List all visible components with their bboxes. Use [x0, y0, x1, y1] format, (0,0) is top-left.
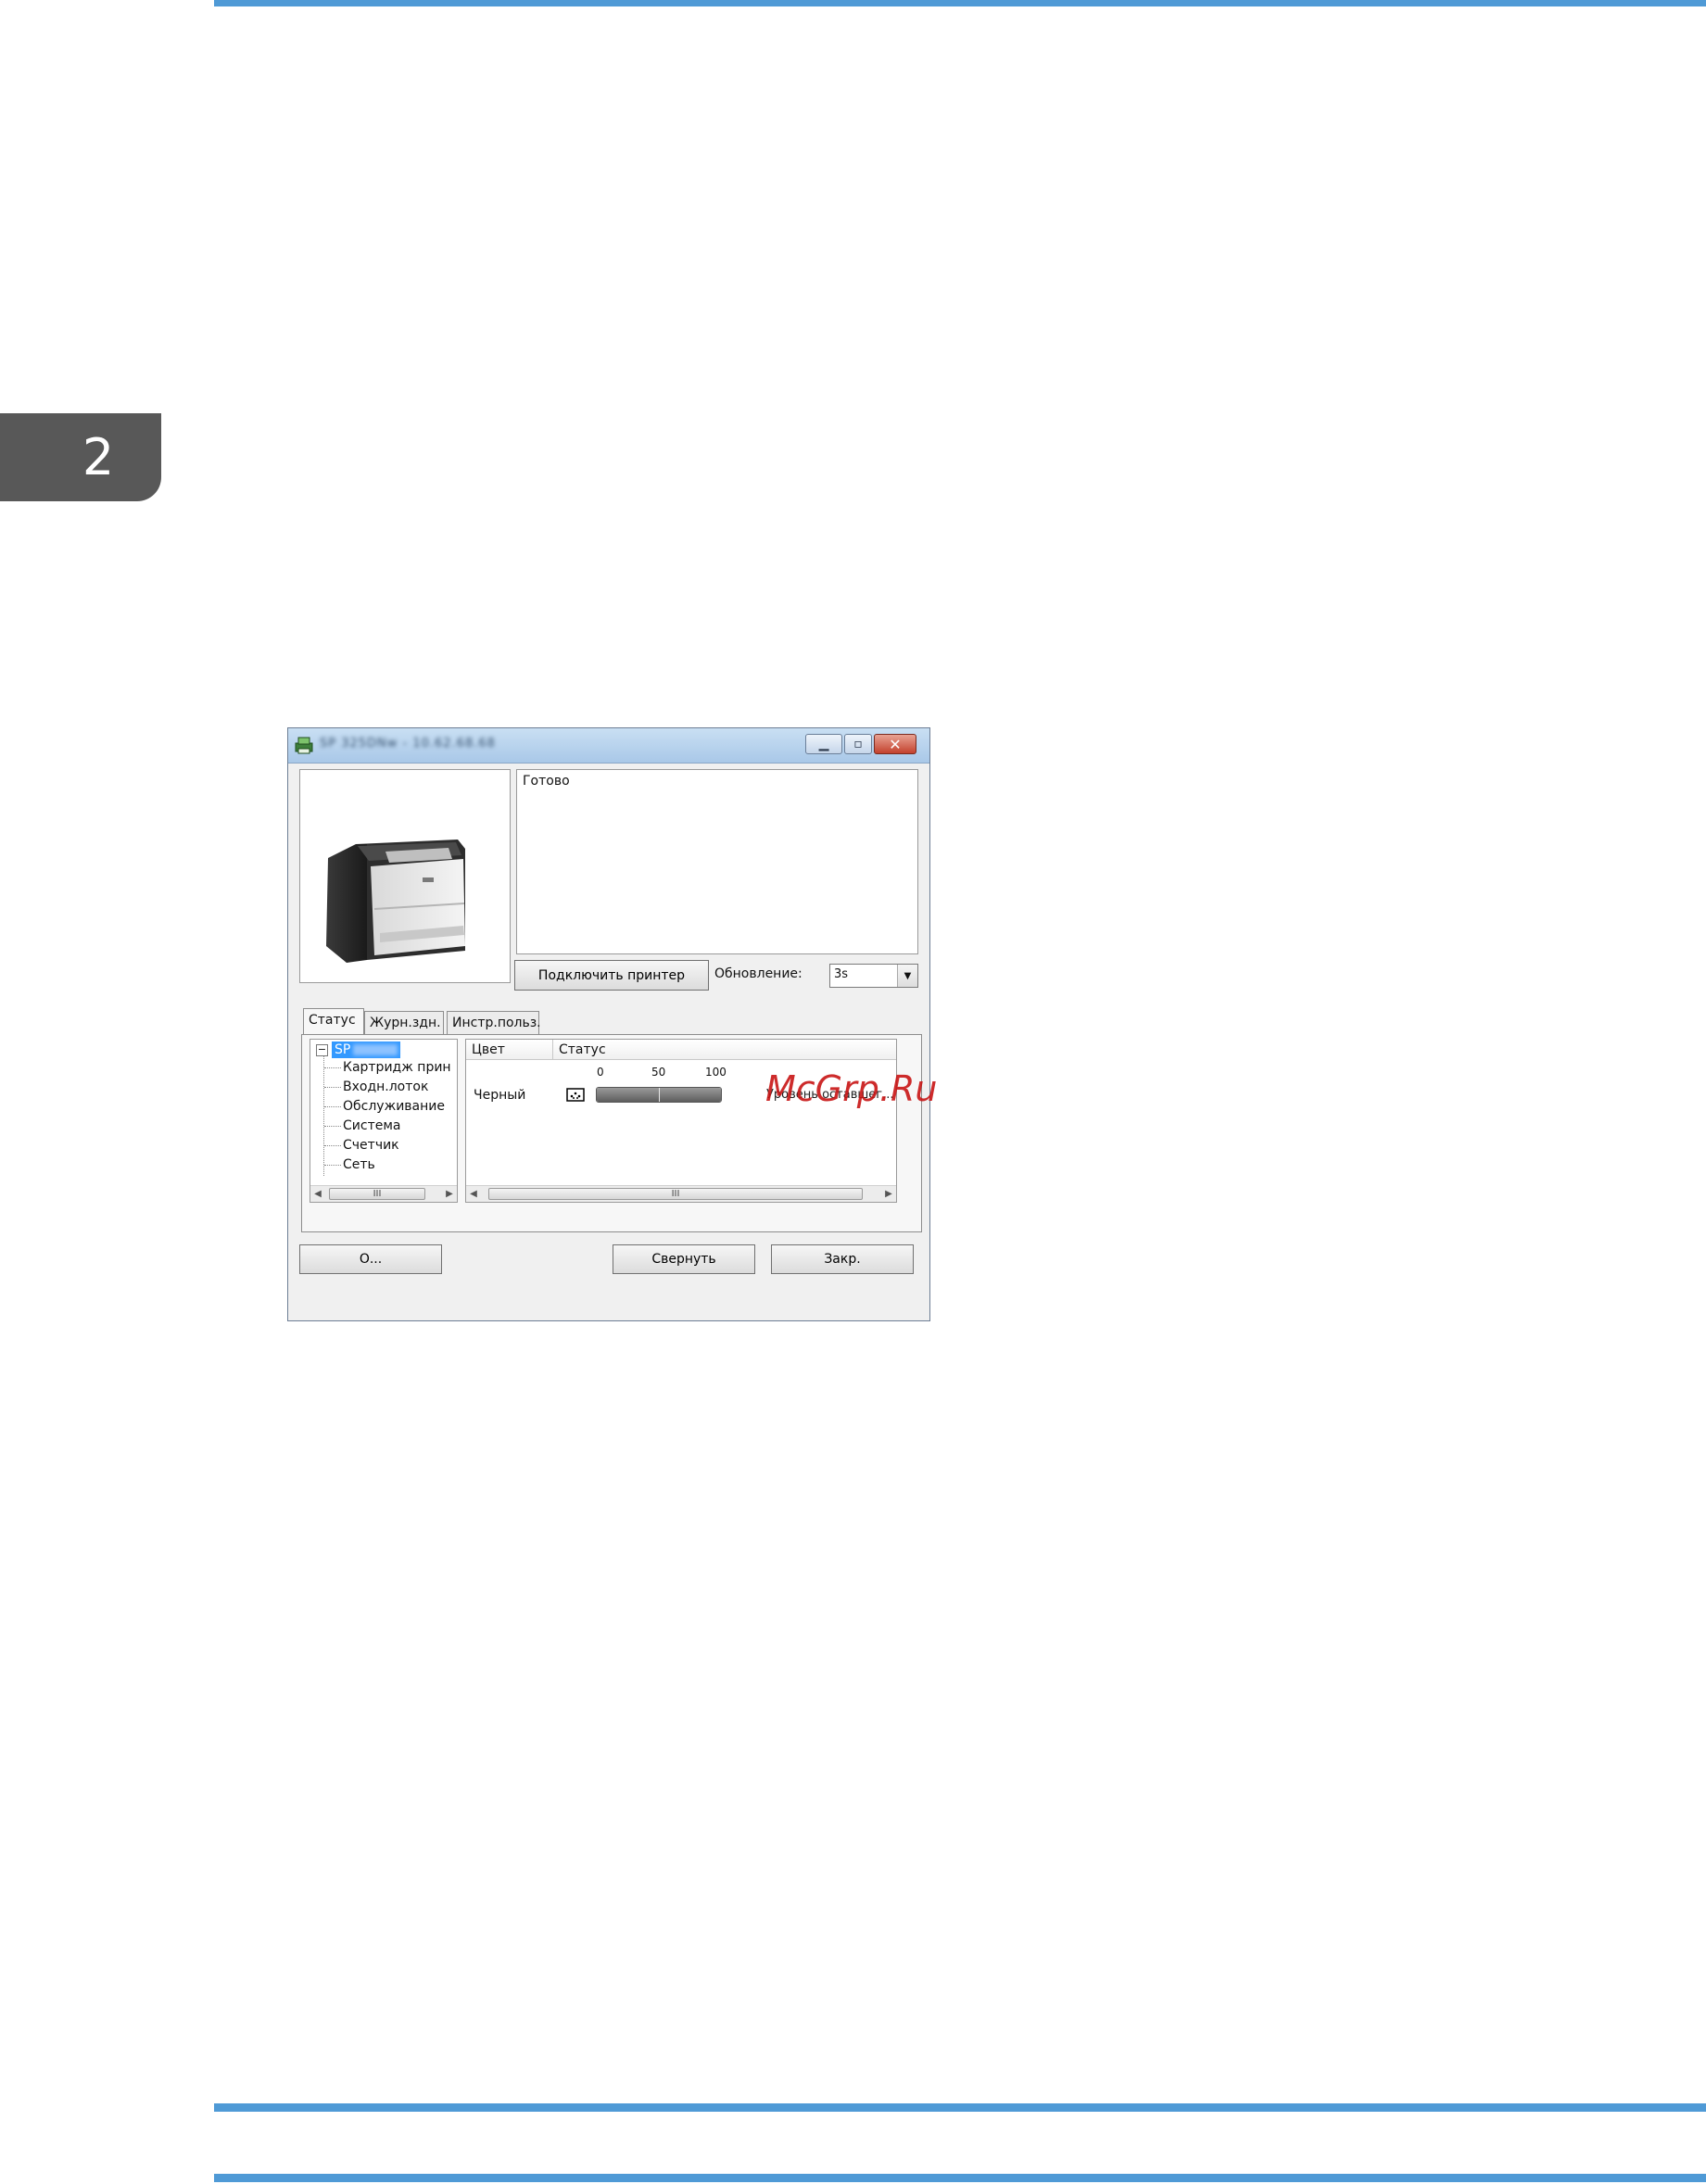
chapter-number: 2: [82, 428, 115, 486]
close-button[interactable]: Закр.: [771, 1244, 914, 1274]
tree-item-counter[interactable]: Счетчик: [324, 1136, 399, 1155]
scale-label-50: 50: [651, 1066, 666, 1079]
printer-app-icon: [295, 737, 313, 754]
tree-item-label: Сеть: [343, 1157, 375, 1172]
column-header-status[interactable]: Статус: [553, 1040, 896, 1060]
tree-item-label: Обслуживание: [343, 1099, 445, 1114]
tree-item-cartridge[interactable]: Картридж прин: [324, 1058, 451, 1077]
scroll-thumb[interactable]: III: [488, 1188, 863, 1200]
tab-job-log[interactable]: Журн.здн.: [364, 1011, 444, 1035]
tree-item-system[interactable]: Система: [324, 1117, 400, 1135]
scale-label-0: 0: [597, 1066, 604, 1079]
scale-label-100: 100: [705, 1066, 727, 1079]
tree-item-label: Входн.лоток: [343, 1079, 429, 1094]
about-button[interactable]: О...: [299, 1244, 442, 1274]
tree-root-blurred-model: [353, 1044, 398, 1055]
bottom-accent-rule: [214, 2103, 1706, 2112]
tree-root-text: SP: [335, 1042, 351, 1057]
list-header: Цвет Статус: [466, 1040, 896, 1060]
minimize-icon: ▁: [818, 737, 829, 751]
tree-root-node[interactable]: − SP: [316, 1042, 401, 1058]
tree-horizontal-scrollbar[interactable]: ◀ III ▶: [310, 1185, 457, 1202]
refresh-label: Обновление:: [714, 966, 802, 981]
refresh-interval-value: 3s: [834, 967, 849, 981]
connect-printer-button[interactable]: Подключить принтер: [514, 960, 709, 991]
list-horizontal-scrollbar[interactable]: ◀ III ▶: [466, 1185, 896, 1202]
dropdown-arrow-icon[interactable]: ▼: [897, 965, 917, 987]
close-icon: ✕: [889, 735, 902, 753]
supplies-list: Цвет Статус 0 50 100 Черный Уровень оста…: [465, 1039, 897, 1203]
tree-item-network[interactable]: Сеть: [324, 1155, 375, 1174]
device-tree[interactable]: − SP Картридж прин Входн.лоток Обслужива…: [310, 1039, 458, 1203]
watermark: McGrp.Ru: [765, 1068, 938, 1109]
tree-item-input-tray[interactable]: Входн.лоток: [324, 1078, 428, 1096]
collapse-icon[interactable]: −: [316, 1043, 328, 1056]
close-window-button[interactable]: ✕: [874, 734, 916, 754]
status-message-box: Готово: [516, 769, 918, 954]
printer-status-window: SP 325DNw - 10.62.68.68 ▁ ▫ ✕ Готово Под…: [287, 727, 930, 1321]
toner-icon: [566, 1088, 585, 1102]
window-title: SP 325DNw - 10.62.68.68: [320, 737, 496, 751]
tree-item-label: Счетчик: [343, 1138, 399, 1153]
tree-item-label: Картридж прин: [343, 1060, 451, 1075]
tab-user-tools[interactable]: Инстр.польз.: [447, 1011, 541, 1035]
scroll-right-icon[interactable]: ▶: [881, 1186, 896, 1202]
tree-item-maintenance[interactable]: Обслуживание: [324, 1097, 445, 1116]
scroll-left-icon[interactable]: ◀: [466, 1186, 481, 1202]
column-header-color[interactable]: Цвет: [466, 1040, 553, 1060]
title-bar[interactable]: SP 325DNw - 10.62.68.68 ▁ ▫ ✕: [288, 728, 929, 764]
toner-level-midpoint: [659, 1088, 660, 1102]
printer-image: [326, 840, 465, 963]
tab-status[interactable]: Статус: [303, 1008, 364, 1036]
status-tab-content: − SP Картридж прин Входн.лоток Обслужива…: [301, 1034, 922, 1232]
minimize-button[interactable]: Свернуть: [613, 1244, 755, 1274]
printer-image-panel: [299, 769, 511, 983]
tree-item-label: Система: [343, 1118, 401, 1133]
chapter-tab: 2: [0, 413, 161, 501]
status-message: Готово: [523, 774, 570, 789]
supply-color-black: Черный: [474, 1088, 526, 1103]
footer-accent-rule: [214, 2174, 1706, 2182]
toner-level-bar: [596, 1087, 722, 1103]
refresh-interval-select[interactable]: 3s ▼: [829, 964, 918, 988]
maximize-window-button[interactable]: ▫: [844, 734, 872, 754]
minimize-window-button[interactable]: ▁: [805, 734, 842, 754]
scroll-right-icon[interactable]: ▶: [442, 1186, 457, 1202]
maximize-icon: ▫: [853, 737, 863, 751]
scroll-left-icon[interactable]: ◀: [310, 1186, 325, 1202]
tree-root-label[interactable]: SP: [332, 1042, 401, 1058]
top-accent-rule: [214, 0, 1706, 6]
scroll-thumb[interactable]: III: [329, 1188, 425, 1200]
